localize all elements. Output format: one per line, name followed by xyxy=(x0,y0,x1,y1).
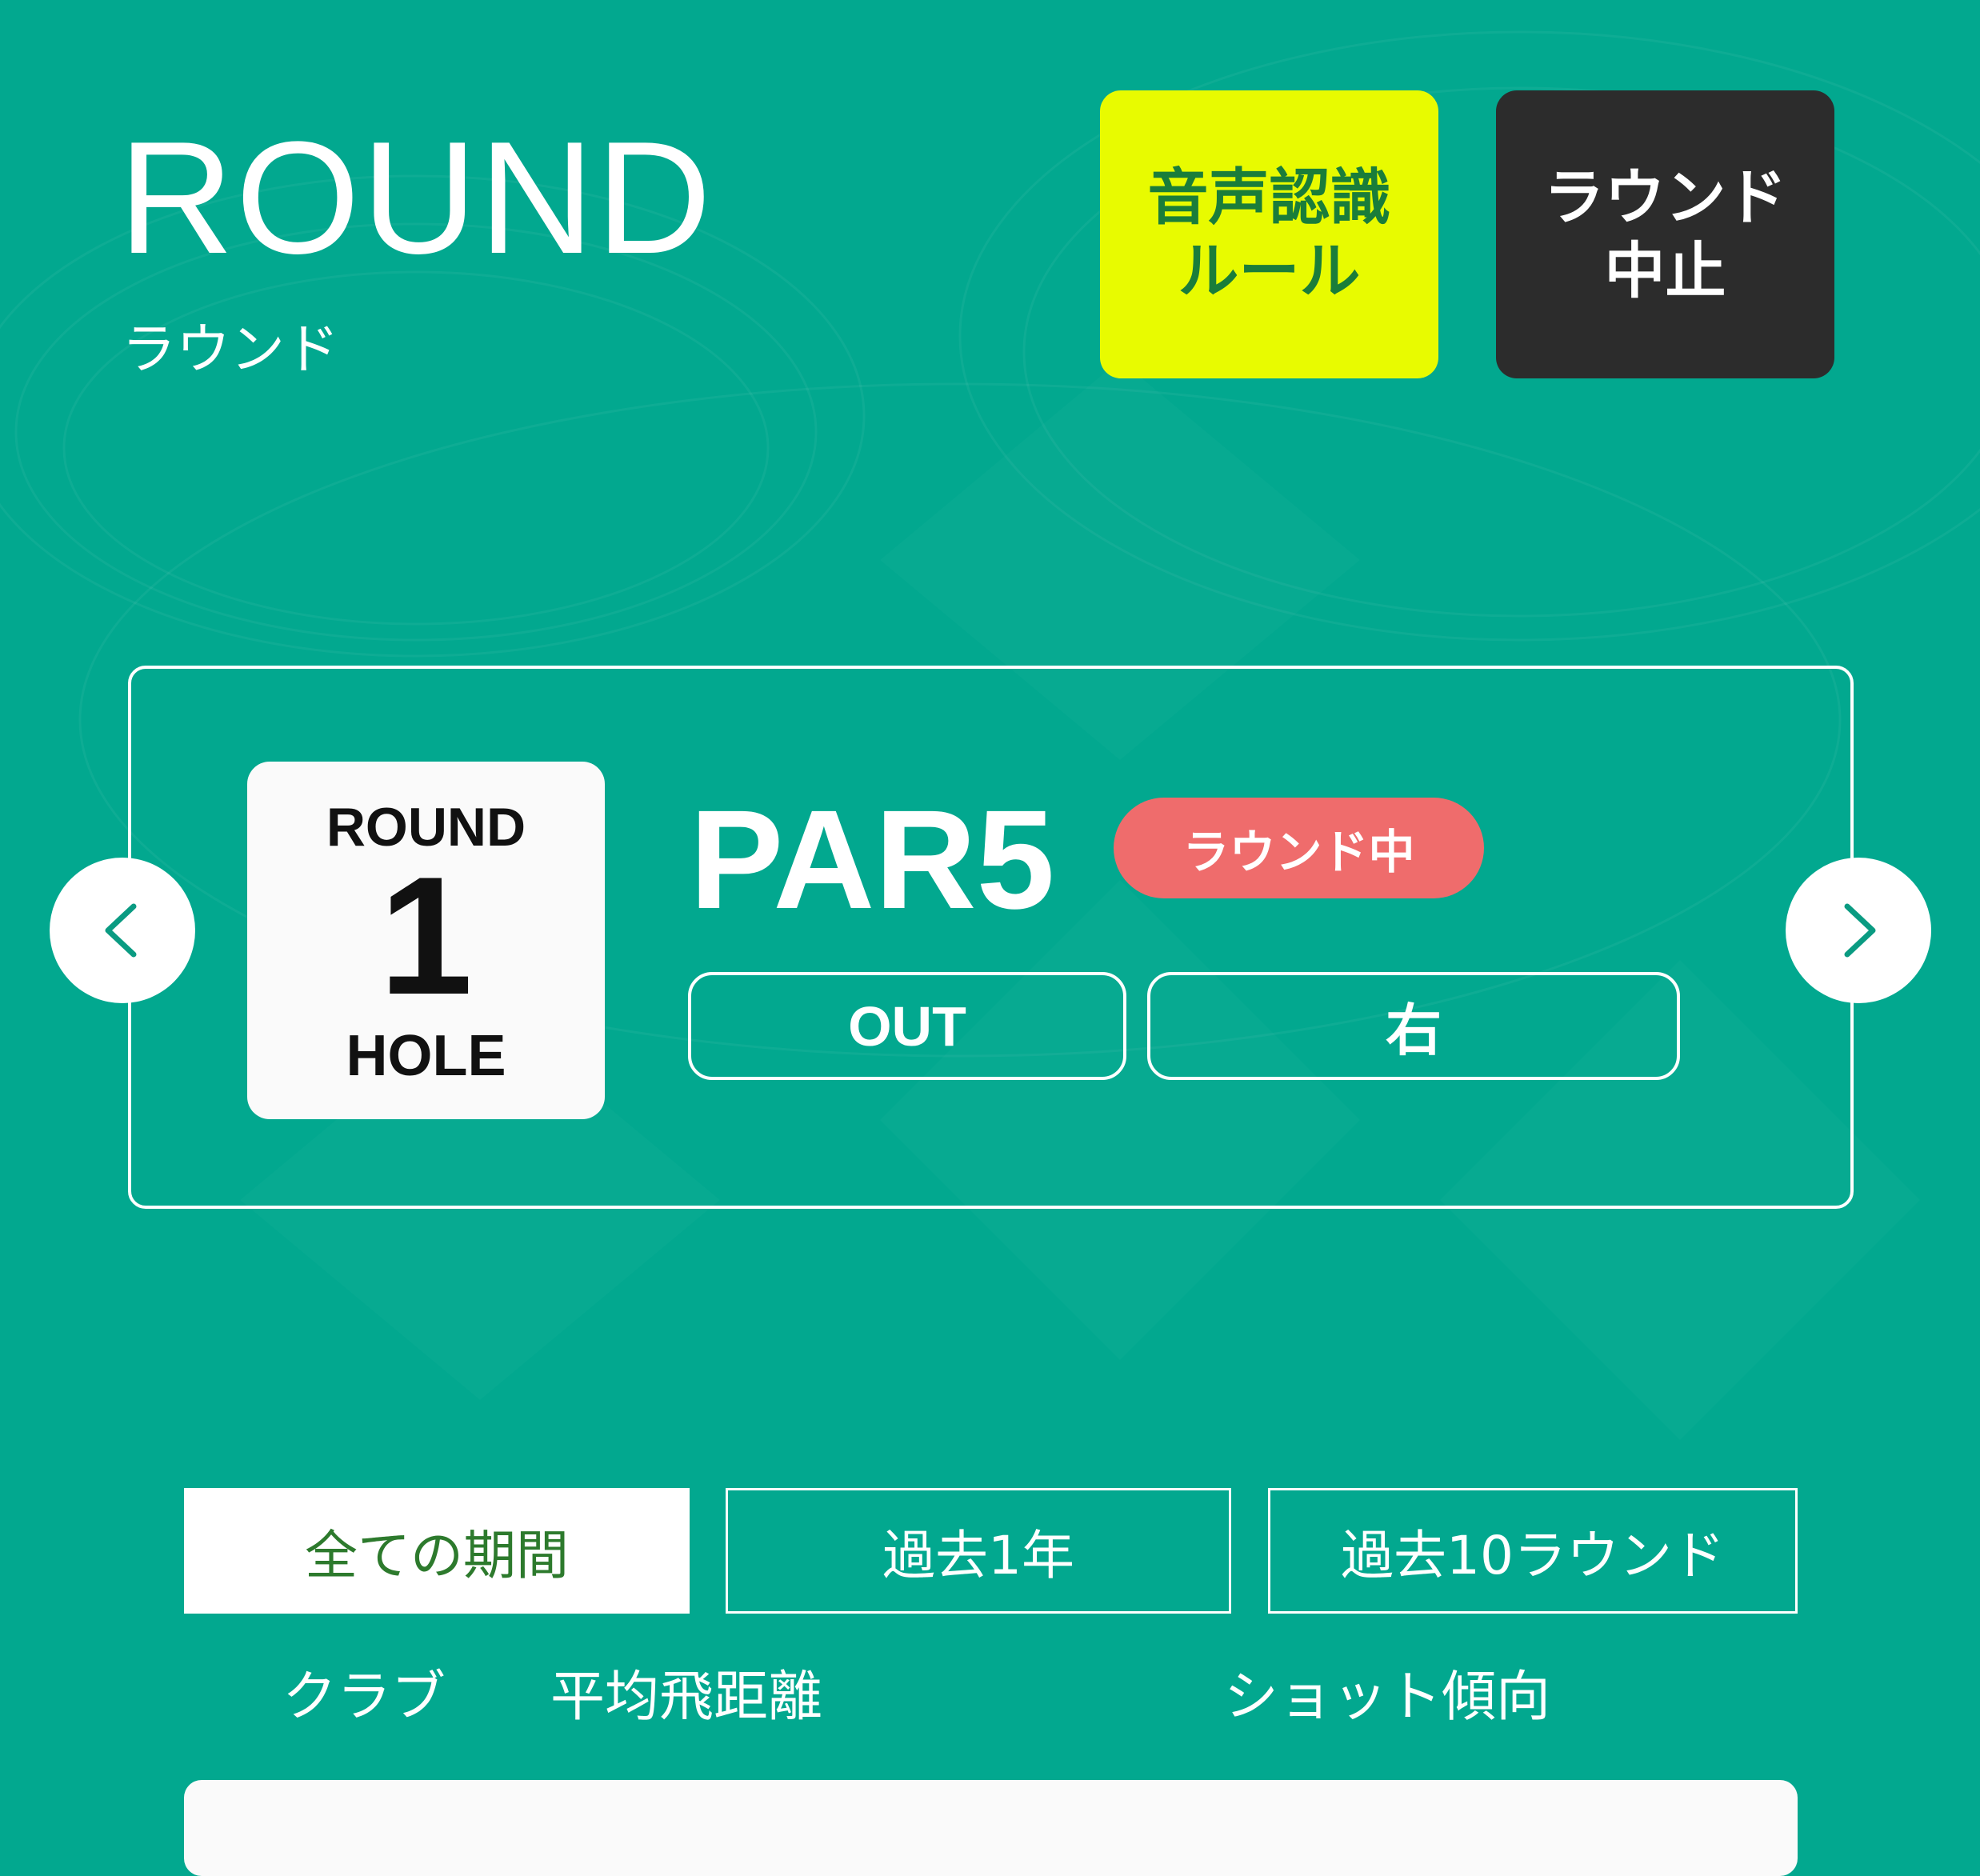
column-header-shot-tendency: ショット傾向 xyxy=(1224,1666,1551,1729)
course-side-pill: OUT xyxy=(688,972,1126,1080)
next-hole-button[interactable] xyxy=(1786,858,1931,1003)
chevron-left-icon xyxy=(105,903,137,958)
tab-all-period[interactable]: 全ての期間 xyxy=(184,1488,690,1614)
page-subtitle: ラウンド xyxy=(122,318,340,382)
hole-unit-label: HOLE xyxy=(346,1024,506,1088)
hole-direction-pill: 右 xyxy=(1147,972,1680,1080)
tab-past-1-year[interactable]: 過去1年 xyxy=(726,1488,1231,1614)
prev-hole-button[interactable] xyxy=(50,858,195,1003)
chevron-right-icon xyxy=(1844,903,1876,958)
column-header-club: クラブ xyxy=(282,1666,446,1729)
hole-number-badge: ROUND 1 HOLE xyxy=(247,762,605,1119)
round-status-badge: ラウンド中 xyxy=(1114,798,1484,898)
par-label: PAR5 xyxy=(690,782,1055,938)
stop-round-button[interactable]: ラウンド 中止 xyxy=(1496,90,1834,378)
hole-number: 1 xyxy=(379,842,473,1030)
tab-past-10-rounds[interactable]: 過去10ラウンド xyxy=(1268,1488,1798,1614)
column-header-avg-distance: 平均飛距離 xyxy=(550,1666,823,1729)
club-list-panel xyxy=(184,1780,1798,1876)
page-title: ROUND xyxy=(118,109,714,287)
voice-recognition-rules-button[interactable]: 音声認識 ルール xyxy=(1100,90,1438,378)
